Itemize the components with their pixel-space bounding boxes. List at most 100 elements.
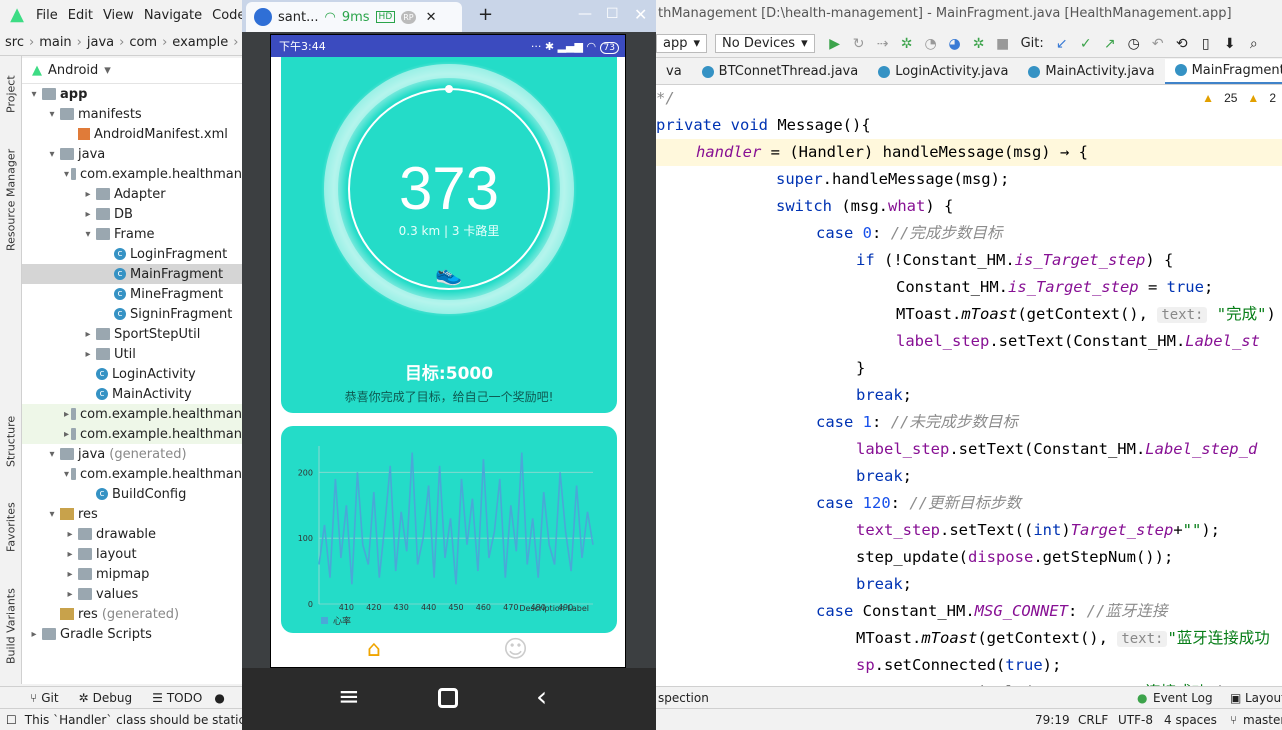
minimize-icon[interactable]: —: [578, 6, 592, 22]
profile-icon[interactable]: ◔: [922, 35, 940, 53]
sdk-manager-icon[interactable]: ⬇: [1221, 35, 1239, 53]
avd-manager-icon[interactable]: ▯: [1197, 35, 1215, 53]
caret-position[interactable]: 79:19: [1035, 713, 1070, 727]
stop-icon[interactable]: ■: [994, 35, 1012, 53]
tab-inspection[interactable]: spection: [658, 691, 709, 705]
chevron-right-icon[interactable]: ▸: [64, 549, 76, 560]
search-icon[interactable]: ⌕: [1245, 35, 1263, 53]
menu-navigate[interactable]: Navigate: [144, 8, 202, 23]
back-icon[interactable]: ‹: [536, 680, 547, 713]
editor-tab-active[interactable]: MainFragment.ja: [1164, 59, 1282, 84]
chevron-right-icon[interactable]: ▸: [64, 409, 69, 420]
maximize-icon[interactable]: ☐: [606, 6, 619, 22]
tree-item[interactable]: ▾ java: [22, 144, 242, 164]
tab-layout[interactable]: Layout: [1245, 691, 1282, 705]
git-push-icon[interactable]: ↗: [1101, 35, 1119, 53]
editor-tab[interactable]: va: [656, 59, 692, 84]
tree-item[interactable]: ▸ Gradle Scripts: [22, 624, 242, 644]
breadcrumb-item[interactable]: com: [129, 35, 157, 50]
tree-item[interactable]: ▾ com.example.healthman: [22, 464, 242, 484]
close-icon[interactable]: ✕: [634, 5, 647, 24]
chevron-right-icon[interactable]: ▸: [28, 629, 40, 640]
menu-file[interactable]: File: [36, 8, 58, 23]
file-encoding[interactable]: UTF-8: [1118, 713, 1153, 727]
close-tab-icon[interactable]: ✕: [426, 10, 437, 25]
code-editor[interactable]: */private void Message(){handler = (Hand…: [656, 85, 1282, 686]
recent-apps-icon[interactable]: ≡: [338, 682, 360, 712]
chevron-down-icon[interactable]: ▾: [28, 89, 40, 100]
tree-item[interactable]: ▸ Util: [22, 344, 242, 364]
tab-event-log[interactable]: Event Log: [1153, 691, 1213, 705]
status-message[interactable]: This `Handler` class should be static: [25, 713, 245, 727]
tree-item[interactable]: c MainFragment: [22, 264, 242, 284]
chevron-right-icon[interactable]: ▸: [82, 209, 94, 220]
chevron-right-icon[interactable]: ▸: [64, 529, 76, 540]
bug-icon[interactable]: ✲: [970, 35, 988, 53]
chevron-down-icon[interactable]: ▾: [46, 149, 58, 160]
emulator-tab[interactable]: sant... ◠ 9ms HD RP ✕: [246, 2, 462, 32]
tab-project[interactable]: Project: [1, 62, 21, 126]
tree-item[interactable]: ▾ Frame: [22, 224, 242, 244]
home-button-icon[interactable]: [438, 688, 458, 708]
tree-item[interactable]: c LoginActivity: [22, 364, 242, 384]
tree-item[interactable]: ▸ layout: [22, 544, 242, 564]
new-tab-icon[interactable]: +: [478, 4, 493, 25]
tree-item[interactable]: ▾ java (generated): [22, 444, 242, 464]
tab-favorites[interactable]: Favorites: [1, 492, 21, 562]
profile-icon[interactable]: ☺: [503, 635, 528, 663]
tree-item[interactable]: ▾ com.example.healthman: [22, 164, 242, 184]
tree-item[interactable]: ▾ res: [22, 504, 242, 524]
tree-item[interactable]: ▾ manifests: [22, 104, 242, 124]
tree-item[interactable]: c MineFragment: [22, 284, 242, 304]
breadcrumb-item[interactable]: src: [5, 35, 24, 50]
git-commit-icon[interactable]: ✓: [1077, 35, 1095, 53]
chevron-down-icon[interactable]: ▾: [46, 109, 58, 120]
device-dropdown[interactable]: No Devices ▾: [715, 34, 815, 53]
gradle-sync-icon[interactable]: ⟲: [1173, 35, 1191, 53]
tree-item[interactable]: ▸ com.example.healthman: [22, 424, 242, 444]
apply-changes-icon[interactable]: ↻: [850, 35, 868, 53]
tree-item[interactable]: ▸ drawable: [22, 524, 242, 544]
tree-item[interactable]: ▸ values: [22, 584, 242, 604]
chevron-down-icon[interactable]: ▾: [46, 509, 58, 520]
debug-icon[interactable]: ✲: [898, 35, 916, 53]
attach-debugger-icon[interactable]: ◕: [946, 35, 964, 53]
breadcrumb-item[interactable]: example: [172, 35, 228, 50]
git-branch[interactable]: master: [1243, 713, 1282, 727]
apply-code-icon[interactable]: ⇢: [874, 35, 892, 53]
editor-tab[interactable]: MainActivity.java: [1018, 59, 1164, 84]
chevron-right-icon[interactable]: ▸: [82, 189, 94, 200]
tree-item[interactable]: ▸ Adapter: [22, 184, 242, 204]
tree-item[interactable]: ▸ com.example.healthman: [22, 404, 242, 424]
inspection-widget[interactable]: ▲ 25 ▲ 2: [1202, 91, 1276, 105]
tree-item[interactable]: c MainActivity: [22, 384, 242, 404]
chevron-down-icon[interactable]: ▾: [46, 449, 58, 460]
chevron-right-icon[interactable]: ▸: [82, 349, 94, 360]
menu-code[interactable]: Code: [212, 8, 245, 23]
tab-structure[interactable]: Structure: [1, 406, 21, 476]
chevron-down-icon[interactable]: ▾: [82, 229, 94, 240]
tab-build-variants[interactable]: Build Variants: [1, 576, 21, 676]
tree-item[interactable]: ▾ app: [22, 84, 242, 104]
git-update-icon[interactable]: ↙: [1053, 35, 1071, 53]
run-icon[interactable]: ▶: [826, 35, 844, 53]
indent-setting[interactable]: 4 spaces: [1164, 713, 1217, 727]
history-icon[interactable]: ◷: [1125, 35, 1143, 53]
home-icon[interactable]: ⌂: [367, 637, 381, 662]
line-separator[interactable]: CRLF: [1078, 713, 1108, 727]
tree-item[interactable]: ▸ SportStepUtil: [22, 324, 242, 344]
tab-debug[interactable]: Debug: [93, 691, 132, 705]
project-view-selector[interactable]: ▲ Android ▾: [22, 58, 242, 84]
tree-item[interactable]: res (generated): [22, 604, 242, 624]
tree-item[interactable]: ▸ mipmap: [22, 564, 242, 584]
rollback-icon[interactable]: ↶: [1149, 35, 1167, 53]
chevron-right-icon[interactable]: ▸: [64, 429, 69, 440]
tab-resource-manager[interactable]: Resource Manager: [1, 140, 21, 260]
tree-item[interactable]: ▸ DB: [22, 204, 242, 224]
chevron-right-icon[interactable]: ▸: [64, 569, 76, 580]
breadcrumb-item[interactable]: main: [39, 35, 71, 50]
editor-tab[interactable]: BTConnetThread.java: [692, 59, 869, 84]
chevron-right-icon[interactable]: ▸: [64, 589, 76, 600]
tree-item[interactable]: AndroidManifest.xml: [22, 124, 242, 144]
tab-todo[interactable]: TODO: [167, 691, 202, 705]
